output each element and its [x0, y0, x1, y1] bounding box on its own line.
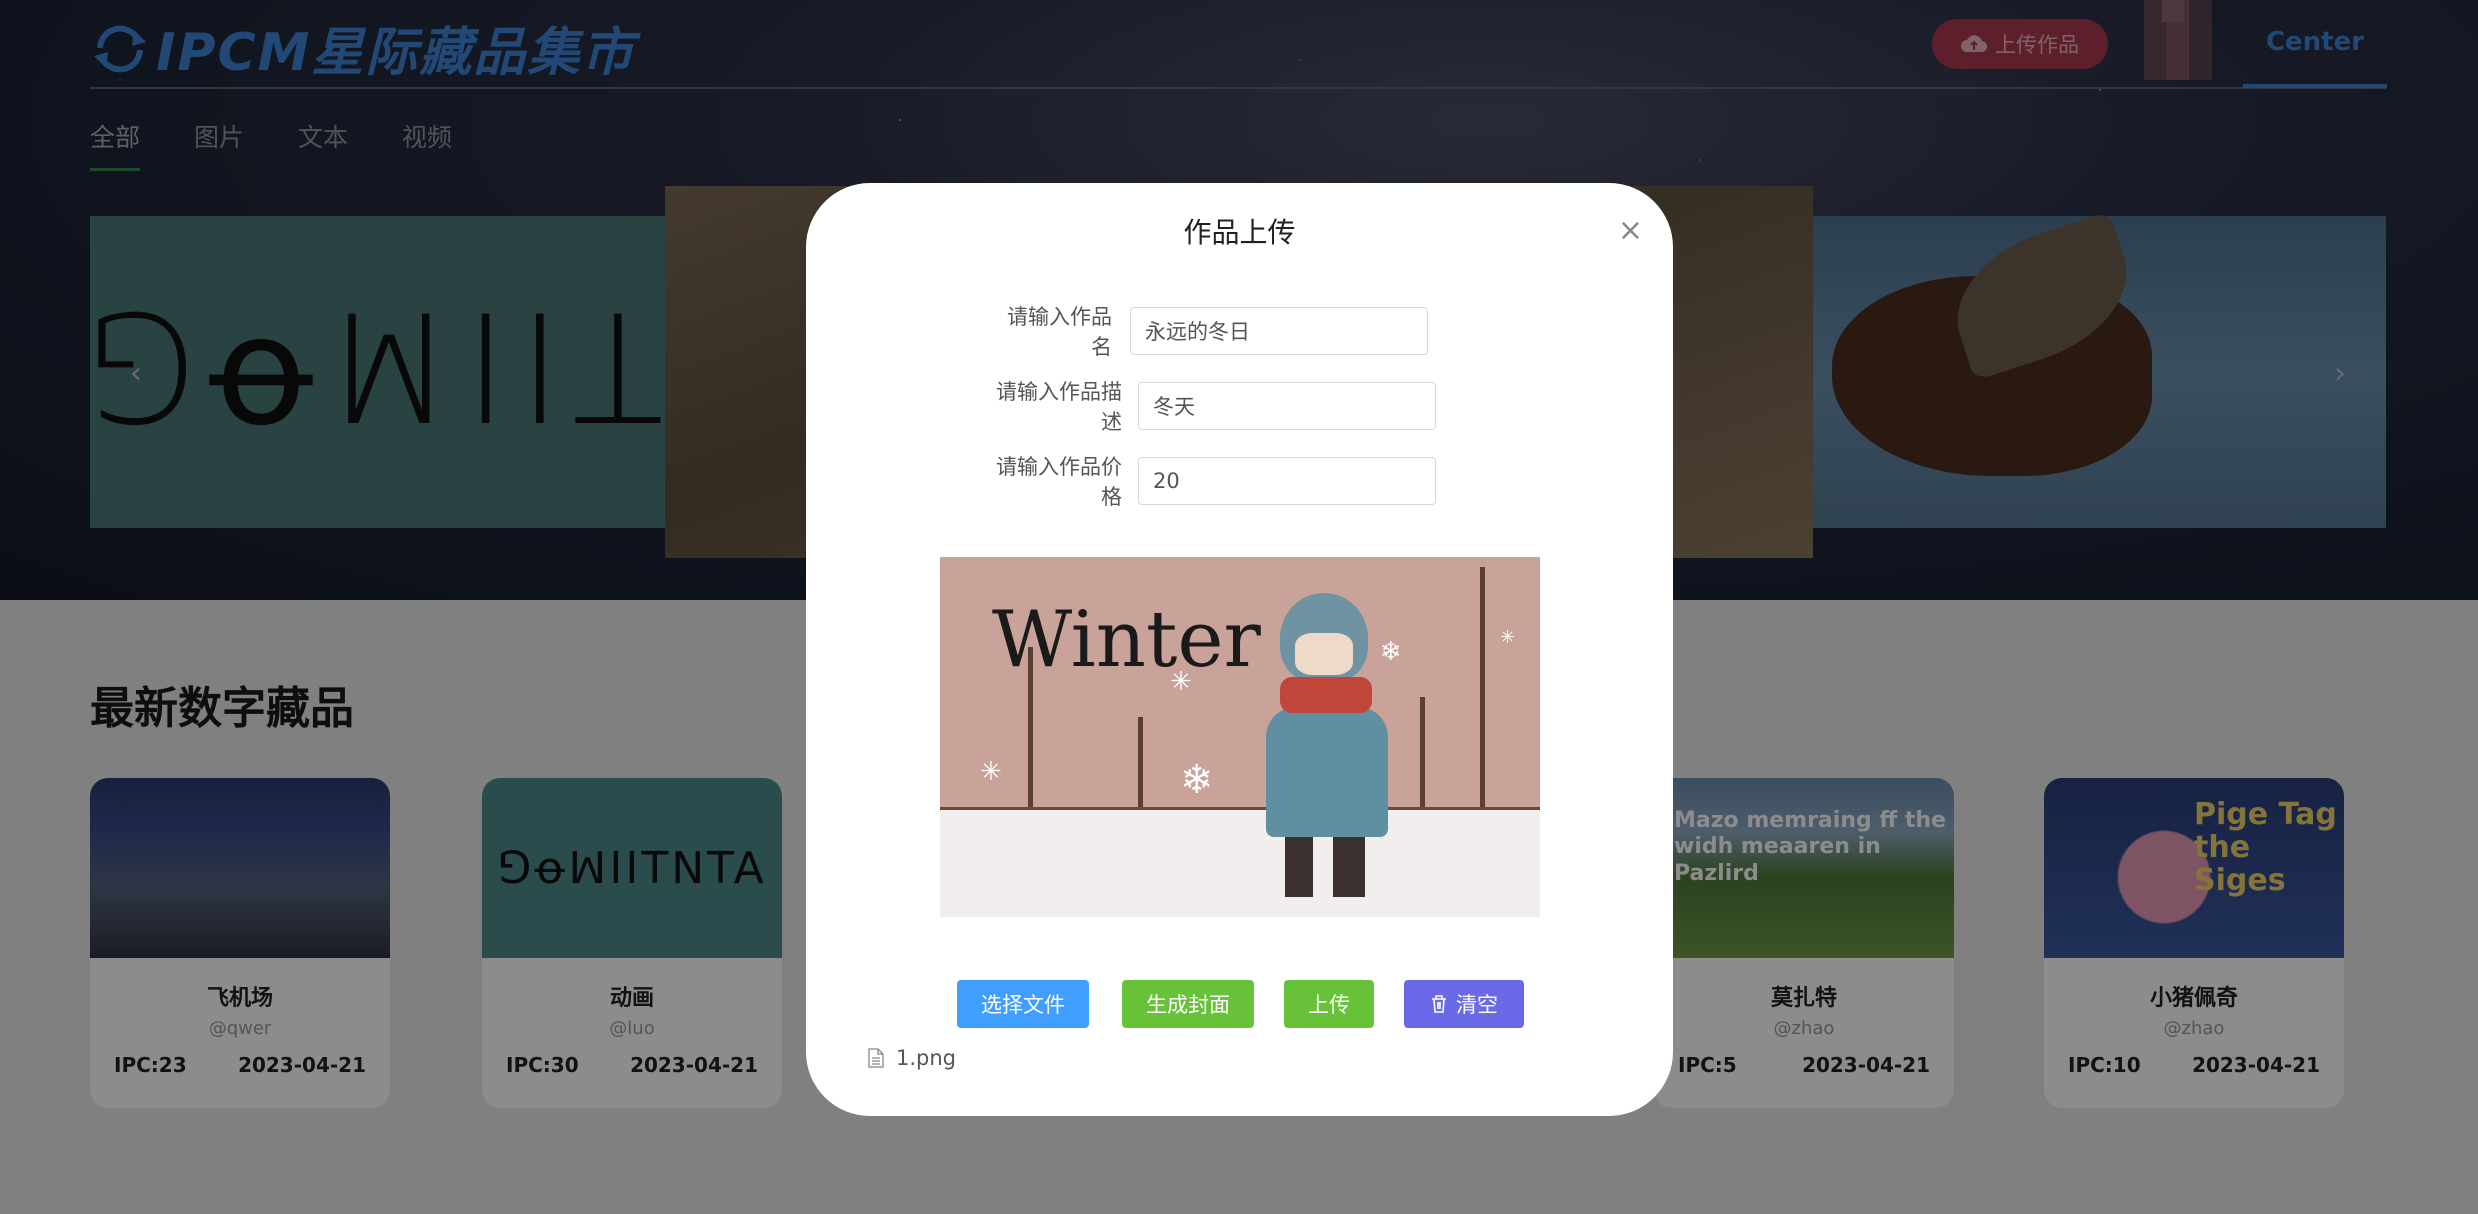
girl-legs	[1285, 837, 1365, 897]
snowflake-icon: ✳	[1500, 627, 1516, 648]
choose-file-button[interactable]: 选择文件	[957, 980, 1089, 1028]
price-row: 请输入作品价格 20	[982, 451, 1436, 511]
clear-button[interactable]: 清空	[1404, 980, 1524, 1028]
document-icon	[868, 1048, 884, 1068]
upload-button[interactable]: 上传	[1284, 980, 1374, 1028]
upload-modal: 作品上传 × 请输入作品名 永远的冬日 请输入作品描述 冬天 请输入作品价格 2…	[806, 183, 1673, 1116]
cover-preview-image: Winter ❄ ❄ ✳ ✳ ✳	[940, 557, 1540, 917]
clear-label: 清空	[1456, 993, 1498, 1017]
price-label: 请输入作品价格	[996, 455, 1122, 509]
girl-face	[1295, 633, 1353, 675]
snowflake-icon: ✳	[980, 757, 1002, 787]
snowflake-icon: ✳	[1170, 667, 1192, 697]
generate-cover-button[interactable]: 生成封面	[1122, 980, 1254, 1028]
snow-ground	[940, 807, 1540, 917]
snowflake-icon: ❄	[1180, 757, 1214, 803]
modal-button-row: 选择文件 生成封面 上传 清空	[957, 980, 1524, 1028]
name-row: 请输入作品名 永远的冬日	[992, 301, 1428, 361]
trash-icon	[1432, 995, 1446, 1013]
girl-coat	[1266, 707, 1388, 837]
desc-label: 请输入作品描述	[996, 380, 1122, 434]
modal-title: 作品上传	[1183, 216, 1296, 249]
name-label: 请输入作品名	[1007, 305, 1112, 359]
snowflake-icon: ❄	[1380, 637, 1402, 667]
desc-row: 请输入作品描述 冬天	[982, 376, 1436, 436]
work-desc-input[interactable]: 冬天	[1138, 382, 1436, 430]
close-icon[interactable]: ×	[1618, 213, 1643, 248]
girl-scarf	[1280, 677, 1372, 713]
uploaded-file-item[interactable]: 1.png	[868, 1046, 956, 1070]
work-name-input[interactable]: 永远的冬日	[1130, 307, 1428, 355]
file-name: 1.png	[896, 1046, 957, 1070]
work-price-input[interactable]: 20	[1138, 457, 1436, 505]
